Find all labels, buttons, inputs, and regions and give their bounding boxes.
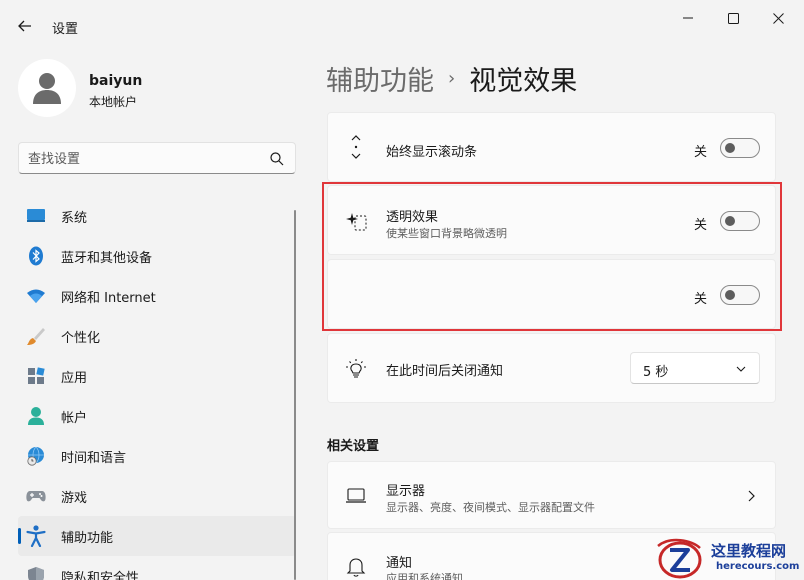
globe-clock-icon [26, 446, 46, 466]
sidebar-scrollbar[interactable] [294, 210, 296, 580]
accessibility-icon [26, 525, 46, 547]
breadcrumb: 辅助功能 › 视觉效果 [326, 58, 577, 98]
sidebar-item-label: 时间和语言 [61, 451, 127, 466]
sidebar-item-gaming[interactable]: 游戏 [18, 476, 296, 516]
wifi-icon [26, 286, 46, 306]
setting-card-scrollbars: 始终显示滚动条 关 [327, 112, 776, 182]
watermark-url: herecours.com [716, 561, 800, 572]
related-item-title: 通知 [386, 556, 413, 571]
sidebar-item-label: 游戏 [61, 491, 88, 506]
sidebar-item-label: 个性化 [61, 331, 101, 346]
sidebar-item-personalization[interactable]: 个性化 [18, 316, 296, 356]
sidebar-item-label: 隐私和安全性 [61, 571, 140, 580]
gamepad-icon [26, 486, 46, 506]
sidebar-item-label: 帐户 [61, 411, 88, 426]
sidebar-item-privacy[interactable]: 隐私和安全性 [18, 556, 296, 580]
toggle-knob [725, 143, 735, 153]
related-settings-heading: 相关设置 [327, 439, 380, 454]
breadcrumb-parent[interactable]: 辅助功能 [326, 59, 434, 98]
sidebar-item-bluetooth[interactable]: 蓝牙和其他设备 [18, 236, 296, 276]
chevron-right-icon [748, 490, 755, 502]
notification-timeout-select[interactable]: 5 秒 [630, 352, 760, 384]
bell-icon [344, 555, 368, 579]
toggle-state-label: 关 [694, 145, 708, 160]
search-box[interactable] [18, 142, 296, 174]
close-icon [772, 12, 784, 24]
sidebar-nav: 系统 蓝牙和其他设备 网络和 Internet 个性化 应用 帐户 时间和语言 … [18, 196, 296, 580]
scrollbar-arrows-icon [344, 135, 368, 159]
avatar [18, 59, 76, 117]
profile-account-type: 本地帐户 [89, 95, 138, 109]
search-input[interactable] [28, 149, 258, 169]
sidebar-item-label: 辅助功能 [61, 531, 114, 546]
title-bar: 设置 [0, 0, 804, 48]
user-profile[interactable]: baiyun 本地帐户 [18, 59, 288, 121]
sidebar-item-system[interactable]: 系统 [18, 196, 296, 236]
page-title: 视觉效果 [469, 65, 578, 97]
back-arrow-icon [18, 20, 31, 32]
scrollbars-toggle[interactable] [720, 138, 760, 158]
setting-title: 在此时间后关闭通知 [386, 364, 504, 379]
sidebar-item-label: 蓝牙和其他设备 [61, 251, 153, 266]
profile-name: baiyun [89, 73, 143, 89]
user-silhouette-icon [33, 73, 61, 104]
related-item-title: 显示器 [386, 484, 426, 499]
brush-icon [26, 326, 46, 346]
breadcrumb-separator: › [448, 67, 456, 89]
back-button[interactable] [12, 13, 38, 39]
shield-icon [26, 566, 46, 580]
highlight-box [322, 182, 782, 331]
select-value: 5 秒 [643, 365, 669, 380]
sidebar-item-label: 网络和 Internet [61, 291, 156, 306]
sidebar-item-label: 应用 [61, 371, 88, 386]
chevron-down-icon [736, 366, 746, 372]
watermark-logo-icon [657, 538, 702, 579]
maximize-button[interactable] [713, 8, 753, 28]
maximize-icon [727, 12, 739, 24]
laptop-icon [344, 484, 368, 508]
sidebar-item-apps[interactable]: 应用 [18, 356, 296, 396]
active-indicator [18, 528, 21, 544]
setting-title: 始终显示滚动条 [386, 145, 478, 160]
system-icon [26, 206, 46, 226]
minimize-button[interactable] [668, 8, 708, 28]
apps-icon [26, 366, 46, 386]
close-button[interactable] [758, 8, 798, 28]
sidebar-item-label: 系统 [61, 211, 88, 226]
sidebar-item-accessibility[interactable]: 辅助功能 [18, 516, 296, 556]
related-item-description: 显示器、亮度、夜间模式、显示器配置文件 [386, 501, 595, 514]
account-icon [26, 406, 46, 426]
app-title: 设置 [52, 22, 79, 37]
minimize-icon [683, 17, 693, 19]
sidebar-item-time-language[interactable]: 时间和语言 [18, 436, 296, 476]
sidebar-item-accounts[interactable]: 帐户 [18, 396, 296, 436]
lightbulb-icon [344, 357, 368, 381]
bluetooth-icon [26, 246, 46, 266]
site-watermark: 这里教程网 herecours.com [656, 538, 802, 580]
related-item-description: 应用和系统通知 [386, 572, 463, 580]
sidebar-item-network[interactable]: 网络和 Internet [18, 276, 296, 316]
watermark-title: 这里教程网 [711, 542, 787, 560]
related-item-display[interactable]: 显示器 显示器、亮度、夜间模式、显示器配置文件 [327, 461, 776, 529]
search-icon[interactable] [269, 151, 285, 167]
